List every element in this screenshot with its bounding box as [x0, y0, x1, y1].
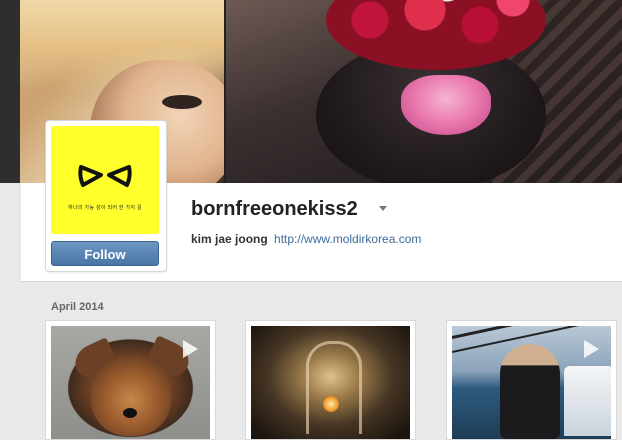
feed-item-dog[interactable]: [45, 320, 216, 440]
cover-photo-flowers[interactable]: [226, 0, 622, 183]
profile-avatar-card: 하나의 가능 성이 되어 한 가지 길 Follow: [45, 120, 167, 272]
feed-item-altar[interactable]: [245, 320, 416, 440]
feed-image: [251, 326, 410, 439]
username-dropdown-caret-icon[interactable]: [379, 206, 387, 211]
avatar[interactable]: 하나의 가능 성이 되어 한 가지 길: [51, 126, 159, 234]
feed-item-fishing[interactable]: [446, 320, 617, 440]
avatar-caption: 하나의 가능 성이 되어 한 가지 길: [68, 205, 142, 211]
feed-month-label: April 2014: [51, 301, 104, 313]
feed-image: [452, 326, 611, 439]
logo-icon: [78, 165, 132, 187]
cover-edge: [0, 0, 20, 183]
feed-image: [51, 326, 210, 439]
profile-full-name: kim jae joong: [191, 232, 268, 246]
play-icon: [183, 340, 198, 358]
profile-bio: kim jae joong http://www.moldirkorea.com: [191, 232, 421, 246]
follow-button[interactable]: Follow: [51, 241, 159, 266]
profile-website-link[interactable]: http://www.moldirkorea.com: [274, 232, 421, 246]
profile-username: bornfreeonekiss2: [191, 198, 358, 220]
play-icon: [584, 340, 599, 358]
